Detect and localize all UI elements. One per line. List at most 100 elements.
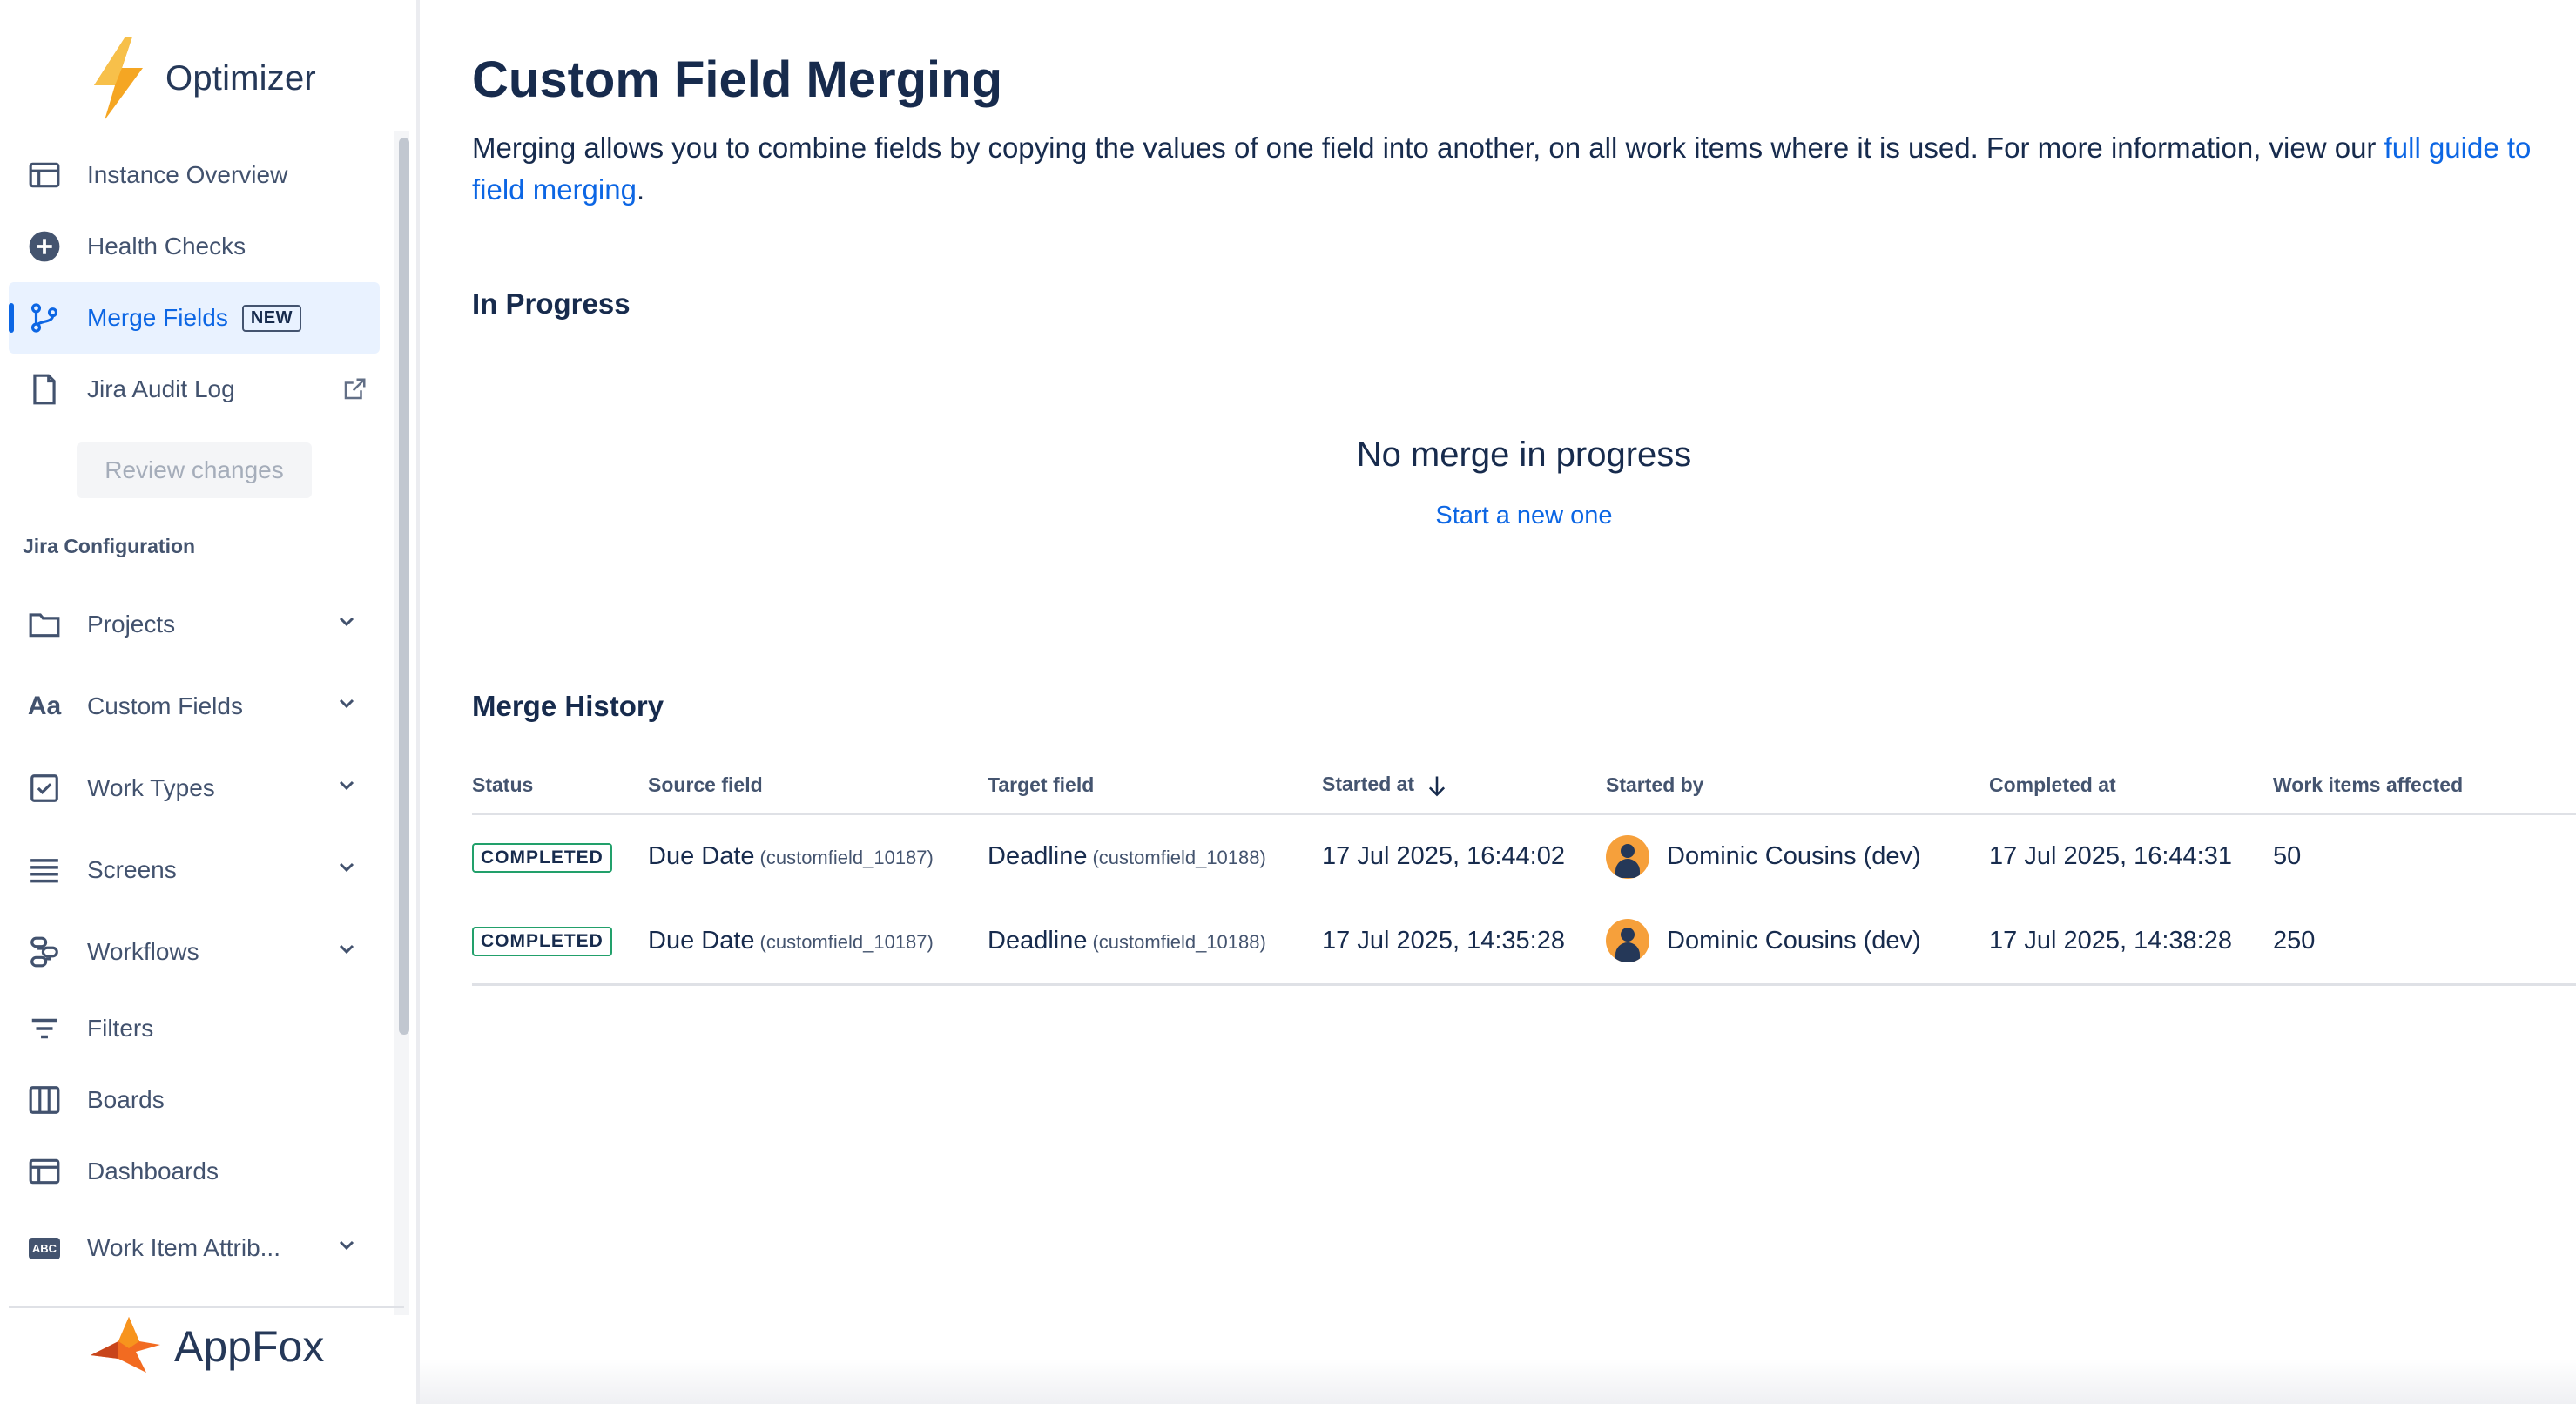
chevron-down-icon[interactable]: [336, 1233, 357, 1254]
brand-name: Optimizer: [165, 58, 316, 98]
nav-item-health-checks[interactable]: Health Checks: [9, 211, 380, 282]
table-row[interactable]: COMPLETED Due Date (customfield_10187) De…: [472, 899, 2576, 986]
intro-text: Merging allows you to combine fields by …: [472, 127, 2562, 211]
merge-icon: [26, 300, 63, 336]
review-changes-button[interactable]: Review changes: [77, 442, 312, 498]
sidebar: Optimizer Instance Overview Health Check…: [0, 0, 418, 1404]
target-field-cell: Deadline (customfield_10188): [988, 813, 1322, 899]
nav-label: Health Checks: [87, 233, 246, 260]
file-icon: [26, 371, 63, 408]
column-header-target-field: Target field: [988, 758, 1322, 815]
nav-item-screens[interactable]: Screens: [9, 829, 380, 911]
main-content: Custom Field Merging Merging allows you …: [470, 0, 2576, 1404]
nav-label: Merge Fields: [87, 304, 228, 331]
sidebar-border: [416, 0, 420, 1404]
column-header-status: Status: [472, 758, 648, 815]
nav-label: Projects: [87, 611, 176, 638]
source-field-cell: Due Date (customfield_10187): [648, 813, 988, 899]
chevron-down-icon[interactable]: [336, 855, 357, 876]
status-badge: COMPLETED: [472, 842, 612, 873]
checkbox-icon: [26, 770, 63, 807]
nav-label: Jira Audit Log: [87, 375, 235, 402]
nav-label: Work Types: [87, 774, 215, 801]
abc-icon: ABC: [26, 1230, 63, 1266]
optimizer-logo[interactable]: Optimizer: [87, 37, 316, 120]
nav-label: Screens: [87, 856, 177, 883]
layout-icon: [26, 157, 63, 193]
merge-history-table: Status Source field Target field Started…: [472, 758, 2576, 986]
sort-descending-icon[interactable]: [1425, 773, 1449, 798]
target-field-name: Deadline: [988, 926, 1088, 955]
chevron-down-icon[interactable]: [336, 937, 357, 958]
column-header-started-by: Started by: [1606, 758, 1989, 815]
status-cell: COMPLETED: [472, 813, 648, 899]
table-header-row: Status Source field Target field Started…: [472, 758, 2576, 815]
chevron-down-icon[interactable]: [336, 610, 357, 631]
bottom-fade: [420, 1359, 2576, 1404]
lightning-bolt-icon: [94, 37, 143, 120]
nav-item-jira-audit-log[interactable]: Jira Audit Log: [9, 354, 380, 425]
main-nav: Instance Overview Health Checks Merge Fi…: [9, 139, 380, 425]
nav-item-custom-fields[interactable]: Aa Custom Fields: [9, 665, 380, 747]
nav-label: Boards: [87, 1086, 165, 1113]
started-at-cell: 17 Jul 2025, 14:35:28: [1322, 899, 1606, 986]
dashboard-icon: [26, 1153, 63, 1190]
started-by-cell: Dominic Cousins (dev): [1606, 899, 1989, 986]
folder-icon: [26, 606, 63, 643]
user-info: Dominic Cousins (dev): [1606, 834, 1989, 879]
nav-item-filters[interactable]: Filters: [9, 993, 380, 1064]
nav-item-workflows[interactable]: Workflows: [9, 911, 380, 993]
nav-item-instance-overview[interactable]: Instance Overview: [9, 139, 380, 211]
external-link-icon: [341, 376, 368, 402]
chevron-down-icon[interactable]: [336, 692, 357, 712]
appfox-logo[interactable]: AppFox: [87, 1312, 324, 1381]
nav-label: Work Item Attrib...: [87, 1234, 280, 1261]
column-header-label: Started at: [1322, 772, 1415, 795]
intro-end: .: [636, 173, 645, 206]
page-title: Custom Field Merging: [472, 51, 1002, 108]
column-header-started-at[interactable]: Started at: [1322, 758, 1606, 815]
column-header-source-field: Source field: [648, 758, 988, 815]
intro-body: Merging allows you to combine fields by …: [472, 132, 2384, 164]
target-field-cell: Deadline (customfield_10188): [988, 899, 1322, 986]
workflow-icon: [26, 934, 63, 970]
sidebar-scrollbar-thumb[interactable]: [399, 138, 409, 1035]
source-field-id: (customfield_10187): [759, 930, 934, 953]
nav-item-merge-fields[interactable]: Merge Fields NEW: [9, 282, 380, 354]
merge-history-heading: Merge History: [472, 690, 664, 722]
nav-label: Dashboards: [87, 1158, 219, 1185]
started-at-cell: 17 Jul 2025, 16:44:02: [1322, 842, 1565, 871]
nav-item-work-types[interactable]: Work Types: [9, 747, 380, 829]
completed-at-cell: 17 Jul 2025, 14:38:28: [1989, 899, 2273, 986]
avatar: [1606, 834, 1649, 879]
in-progress-heading: In Progress: [472, 287, 631, 320]
fox-icon: [91, 1317, 160, 1373]
started-by-cell: Dominic Cousins (dev): [1606, 813, 1989, 899]
empty-state-title: No merge in progress: [1356, 435, 1692, 474]
filter-icon: [26, 1010, 63, 1047]
nav-label: Custom Fields: [87, 692, 243, 719]
work-items-affected-cell: 50: [2273, 842, 2302, 871]
nav-item-dashboards[interactable]: Dashboards: [9, 1136, 380, 1207]
list-icon: [26, 852, 63, 888]
chevron-down-icon[interactable]: [336, 773, 357, 794]
nav-item-boards[interactable]: Boards: [9, 1064, 380, 1136]
column-header-work-items-affected: Work items affected: [2273, 758, 2576, 815]
nav-item-work-item-attributes[interactable]: ABC Work Item Attrib...: [9, 1207, 380, 1289]
avatar: [1606, 919, 1649, 963]
nav-label: Instance Overview: [87, 161, 288, 188]
footer-brand-name: AppFox: [174, 1322, 325, 1371]
nav-item-projects[interactable]: Projects: [9, 584, 380, 665]
work-items-affected-cell: 250: [2273, 899, 2576, 986]
status-badge: COMPLETED: [472, 927, 612, 957]
start-new-merge-link[interactable]: Start a new one: [470, 502, 2576, 530]
text-icon: Aa: [27, 692, 62, 720]
table-row[interactable]: COMPLETED Due Date (customfield_10187) De…: [472, 813, 2576, 899]
board-icon: [26, 1082, 63, 1118]
section-title-jira-configuration: Jira Configuration: [23, 535, 196, 557]
status-cell: COMPLETED: [472, 899, 648, 986]
new-badge: NEW: [241, 304, 302, 332]
column-header-completed-at: Completed at: [1989, 758, 2273, 815]
nav-label: Filters: [87, 1015, 154, 1042]
plus-circle-icon: [26, 228, 63, 265]
